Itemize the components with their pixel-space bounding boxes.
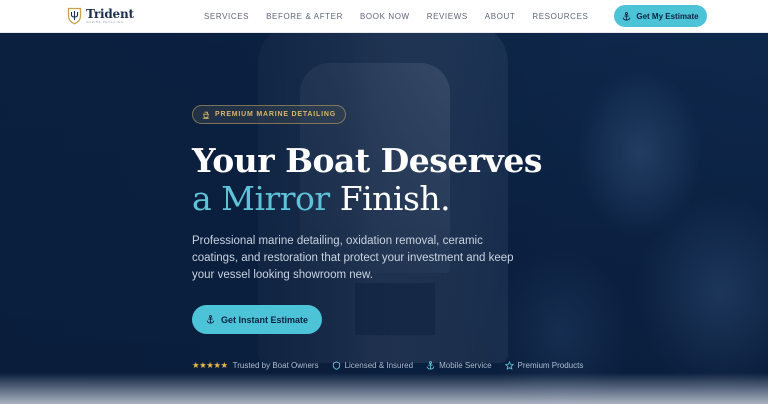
- nav-book-now[interactable]: BOOK NOW: [360, 12, 410, 21]
- logo[interactable]: Trident MARINE DETAILING: [67, 6, 134, 26]
- anchor-icon: [623, 11, 631, 21]
- nav-services[interactable]: SERVICES: [204, 12, 249, 21]
- main-nav: SERVICES BEFORE & AFTER BOOK NOW REVIEWS…: [204, 0, 605, 33]
- nav-reviews[interactable]: REVIEWS: [427, 12, 468, 21]
- trust-premium: Premium Products: [517, 360, 584, 370]
- nav-about[interactable]: ABOUT: [485, 12, 516, 21]
- get-instant-estimate-label: Get Instant Estimate: [220, 314, 309, 325]
- site-header: Trident MARINE DETAILING SERVICES BEFORE…: [0, 0, 768, 33]
- nav-resources[interactable]: RESOURCES: [532, 12, 588, 21]
- shield-icon: [332, 360, 340, 370]
- hero-title-rest: Finish.: [329, 179, 451, 218]
- brand-name: Trident: [86, 7, 134, 21]
- hero-bottom-fade: [0, 373, 768, 404]
- badge-text: PREMIUM MARINE DETAILING: [215, 111, 336, 118]
- anchor-icon: [426, 360, 435, 370]
- trust-licensed: Licensed & Insured: [344, 360, 414, 370]
- get-instant-estimate-button[interactable]: Get Instant Estimate: [192, 305, 322, 334]
- star-icon: [504, 360, 514, 370]
- nav-before-after[interactable]: BEFORE & AFTER: [266, 12, 343, 21]
- premium-badge: PREMIUM MARINE DETAILING: [192, 105, 346, 124]
- get-estimate-label: Get My Estimate: [636, 11, 699, 21]
- ship-icon: [202, 111, 210, 119]
- trust-bar: ★★★★★ Trusted by Boat Owners Licensed & …: [192, 359, 596, 371]
- trust-mobile: Mobile Service: [439, 360, 492, 370]
- hero-description: Professional marine detailing, oxidation…: [192, 235, 514, 281]
- trident-shield-icon: [67, 7, 82, 25]
- hero-overlay: [0, 33, 768, 404]
- get-estimate-button[interactable]: Get My Estimate: [614, 5, 707, 27]
- brand-tagline: MARINE DETAILING: [86, 20, 124, 24]
- anchor-icon: [206, 315, 215, 324]
- hero-title-line2: a Mirror Finish.: [192, 179, 451, 218]
- rating-stars: ★★★★★: [192, 359, 228, 370]
- hero-title-accent: a Mirror: [192, 179, 330, 218]
- hero-section: PREMIUM MARINE DETAILING Your Boat Deser…: [0, 33, 768, 404]
- hero-title-line1: Your Boat Deserves: [192, 141, 542, 180]
- trust-owners: Trusted by Boat Owners: [232, 360, 319, 370]
